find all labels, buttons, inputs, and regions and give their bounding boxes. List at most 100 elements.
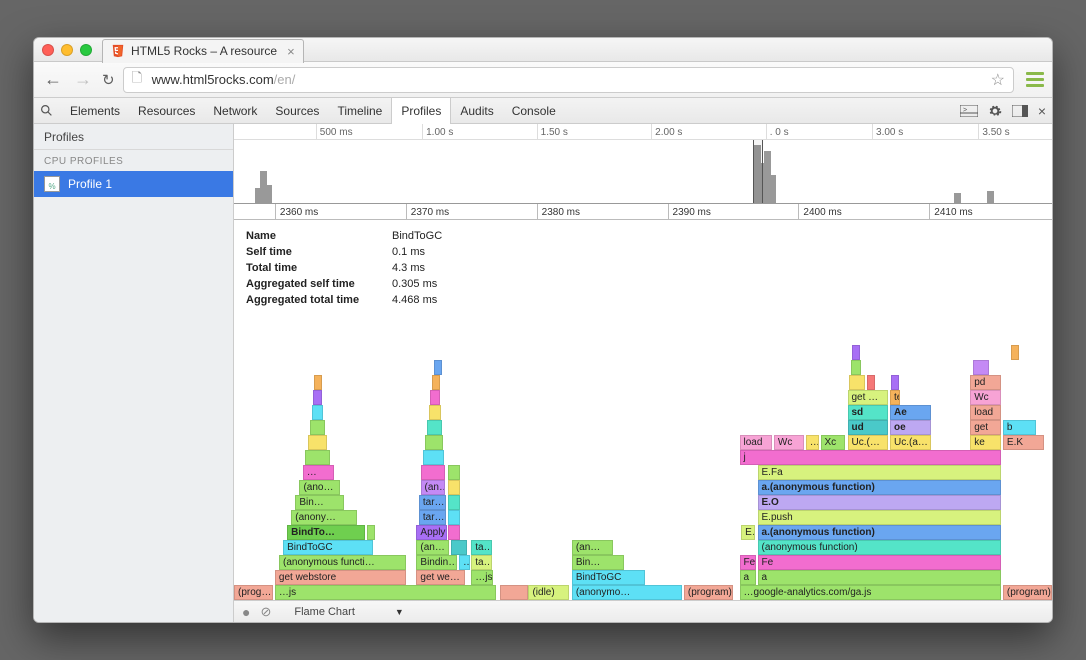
flame-frame[interactable]: BindToGC bbox=[283, 540, 373, 555]
flame-frame[interactable] bbox=[448, 525, 459, 540]
clear-icon[interactable]: ⊘ bbox=[260, 604, 271, 620]
flame-frame[interactable]: (ano… bbox=[299, 480, 340, 495]
flame-frame[interactable]: … bbox=[459, 555, 470, 570]
flame-frame[interactable]: …js bbox=[275, 585, 496, 600]
address-bar[interactable]: 🗋 www.html5rocks.com/en/ ☆ bbox=[123, 67, 1014, 93]
profile-item[interactable]: %Profile 1 bbox=[34, 171, 233, 197]
flame-frame[interactable] bbox=[448, 510, 459, 525]
flame-frame[interactable] bbox=[429, 405, 441, 420]
devtools-tab-elements[interactable]: Elements bbox=[61, 98, 129, 124]
flame-frame[interactable]: a bbox=[758, 570, 1002, 585]
flame-frame[interactable]: load bbox=[970, 405, 1001, 420]
flame-frame[interactable]: (an… bbox=[572, 540, 613, 555]
flame-frame[interactable]: a bbox=[740, 570, 756, 585]
flame-frame[interactable] bbox=[421, 465, 446, 480]
flame-frame[interactable]: (program) bbox=[1003, 585, 1052, 600]
flame-frame[interactable]: pd bbox=[970, 375, 1001, 390]
minimize-icon[interactable] bbox=[61, 44, 73, 56]
devtools-tab-profiles[interactable]: Profiles bbox=[391, 98, 451, 124]
devtools-tab-network[interactable]: Network bbox=[204, 98, 266, 124]
tab-close-icon[interactable]: × bbox=[287, 44, 295, 59]
flame-frame[interactable]: sd bbox=[848, 405, 889, 420]
flame-frame[interactable]: Ae bbox=[890, 405, 931, 420]
flame-frame[interactable]: b bbox=[1003, 420, 1036, 435]
flame-chart[interactable]: NameBindToGCSelf time0.1 msTotal time4.3… bbox=[234, 220, 1052, 600]
flame-frame[interactable]: … bbox=[806, 435, 819, 450]
flame-frame[interactable] bbox=[434, 360, 442, 375]
flame-frame[interactable]: load bbox=[740, 435, 773, 450]
flame-frame[interactable]: j bbox=[740, 450, 1002, 465]
flame-frame[interactable]: E.O bbox=[758, 495, 1002, 510]
flame-frame[interactable] bbox=[423, 450, 444, 465]
flame-frame[interactable]: Wc bbox=[970, 390, 1001, 405]
flame-frame[interactable]: (prog… bbox=[234, 585, 273, 600]
flame-frame[interactable]: te bbox=[890, 390, 900, 405]
flame-frame[interactable] bbox=[430, 390, 440, 405]
flame-frame[interactable] bbox=[451, 540, 467, 555]
flame-frame[interactable]: (anonymo… bbox=[572, 585, 682, 600]
flame-frame[interactable]: Xc bbox=[821, 435, 846, 450]
drawer-toggle-icon[interactable]: >_ bbox=[960, 105, 978, 117]
flame-frame[interactable]: ta… bbox=[471, 555, 492, 570]
flame-frame[interactable] bbox=[308, 435, 328, 450]
menu-icon[interactable] bbox=[1026, 72, 1044, 87]
flame-frame[interactable] bbox=[851, 360, 861, 375]
flame-frame[interactable] bbox=[305, 450, 330, 465]
dock-side-icon[interactable] bbox=[1012, 105, 1028, 117]
overview-timeline[interactable]: 500 ms1.00 s1.50 s2.00 s. 0 s3.00 s3.50 … bbox=[234, 124, 1052, 204]
close-icon[interactable] bbox=[42, 44, 54, 56]
flame-frame[interactable]: ke bbox=[970, 435, 1001, 450]
flame-frame[interactable] bbox=[427, 420, 442, 435]
flame-frame[interactable] bbox=[867, 375, 875, 390]
flame-frame[interactable] bbox=[310, 420, 325, 435]
flame-frame[interactable]: (an… bbox=[416, 540, 449, 555]
flame-frame[interactable]: BindTo… bbox=[287, 525, 365, 540]
bookmark-star-icon[interactable]: ☆ bbox=[991, 70, 1005, 90]
flame-frame[interactable]: Bin… bbox=[572, 555, 624, 570]
flame-frame[interactable]: ta… bbox=[471, 540, 492, 555]
flame-frame[interactable] bbox=[891, 375, 899, 390]
flame-frame[interactable]: (anonymous function) bbox=[758, 540, 1002, 555]
record-dot-icon[interactable]: ● bbox=[242, 604, 250, 620]
flame-frame[interactable]: ud bbox=[848, 420, 889, 435]
flame-frame[interactable]: Fe bbox=[758, 555, 1002, 570]
flame-frame[interactable]: get webstore bbox=[275, 570, 406, 585]
flame-frame[interactable]: …google-analytics.com/ga.js bbox=[740, 585, 1002, 600]
flame-frame[interactable] bbox=[448, 480, 459, 495]
search-icon[interactable] bbox=[40, 104, 53, 117]
devtools-tab-timeline[interactable]: Timeline bbox=[328, 98, 391, 124]
flame-frame[interactable]: E… bbox=[741, 525, 755, 540]
flame-frame[interactable]: (idle) bbox=[528, 585, 569, 600]
flame-frame[interactable]: get we… bbox=[416, 570, 465, 585]
flame-frame[interactable]: E.K bbox=[1003, 435, 1044, 450]
flame-frame[interactable]: tar… bbox=[419, 495, 446, 510]
flame-frame[interactable] bbox=[849, 375, 865, 390]
flame-frame[interactable]: Wc bbox=[774, 435, 804, 450]
devtools-close-icon[interactable]: × bbox=[1038, 103, 1046, 119]
flame-frame[interactable]: Fe bbox=[740, 555, 756, 570]
flame-frame[interactable]: E.Fa bbox=[758, 465, 1002, 480]
flame-frame[interactable]: get … bbox=[848, 390, 889, 405]
flame-frame[interactable] bbox=[425, 435, 443, 450]
flame-frame[interactable]: (an… bbox=[421, 480, 446, 495]
flame-frame[interactable] bbox=[448, 495, 459, 510]
back-icon[interactable]: ← bbox=[42, 69, 64, 90]
flame-frame[interactable]: … bbox=[303, 465, 334, 480]
flame-frame[interactable] bbox=[500, 585, 529, 600]
flame-frame[interactable] bbox=[852, 345, 860, 360]
browser-tab[interactable]: HTML5 Rocks – A resource × bbox=[102, 39, 304, 63]
reload-icon[interactable]: ↻ bbox=[102, 71, 115, 89]
flame-frame[interactable] bbox=[367, 525, 375, 540]
flame-frame[interactable]: Bin… bbox=[295, 495, 344, 510]
overview-selection[interactable] bbox=[753, 140, 763, 203]
flame-frame[interactable]: Bindin… bbox=[416, 555, 457, 570]
zoom-icon[interactable] bbox=[80, 44, 92, 56]
forward-icon[interactable]: → bbox=[72, 69, 94, 90]
flame-frame[interactable]: get bbox=[970, 420, 1001, 435]
flame-frame[interactable]: tar… bbox=[419, 510, 446, 525]
flame-frame[interactable] bbox=[432, 375, 440, 390]
flame-frame[interactable] bbox=[312, 405, 323, 420]
flame-frame[interactable]: Apply… bbox=[416, 525, 446, 540]
flame-frame[interactable]: …js bbox=[471, 570, 493, 585]
flame-frame[interactable] bbox=[1011, 345, 1019, 360]
